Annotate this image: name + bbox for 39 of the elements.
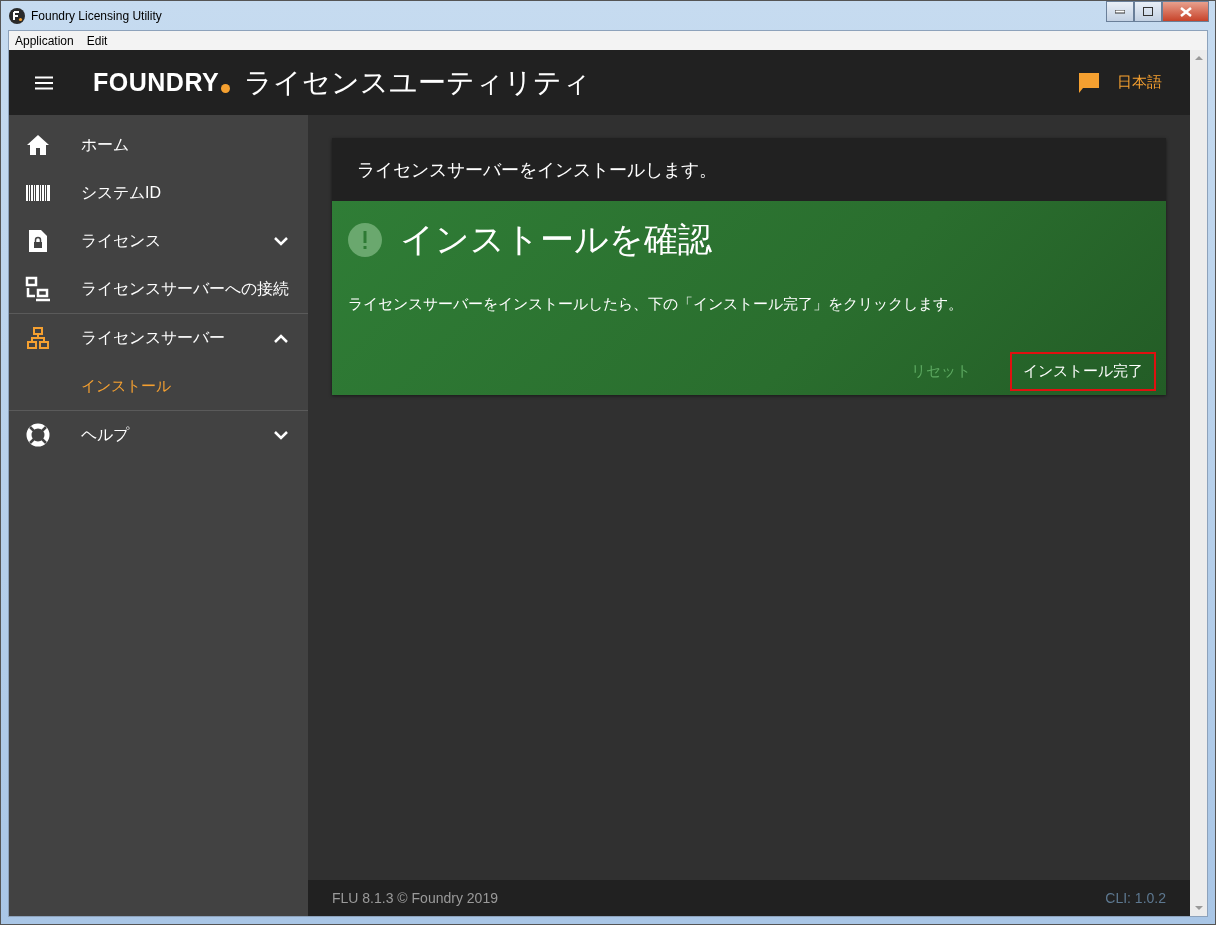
app-logo-icon — [9, 7, 25, 24]
home-icon — [26, 134, 50, 156]
locked-file-icon — [29, 230, 47, 252]
brand-logo: FOUNDRY — [93, 68, 220, 97]
chevron-down-icon[interactable] — [274, 236, 288, 246]
lifebuoy-icon — [26, 423, 50, 447]
sidebar-item[interactable]: ライセンス — [9, 217, 308, 265]
card-heading: ライセンスサーバーをインストールします。 — [332, 138, 1166, 201]
sidebar-item[interactable]: ヘルプ — [9, 411, 308, 459]
maximize-icon — [1143, 7, 1153, 16]
sidebar-subitem[interactable]: インストール — [9, 362, 308, 410]
cli-version-text: CLI: 1.0.2 — [1105, 890, 1166, 906]
maximize-button[interactable] — [1134, 1, 1162, 22]
chevron-down-icon[interactable] — [274, 430, 288, 440]
sidebar-item[interactable]: システムID — [9, 169, 308, 217]
sidebar-item[interactable]: ライセンスサーバー — [9, 314, 308, 362]
minimize-icon — [1115, 9, 1125, 14]
complete-install-button[interactable]: インストール完了 — [1010, 352, 1156, 391]
close-button[interactable] — [1162, 1, 1209, 22]
network-icon — [27, 327, 49, 349]
menu-item[interactable]: Application — [15, 33, 74, 48]
chat-bubble-icon[interactable] — [1079, 72, 1099, 93]
sidebar-item[interactable]: ライセンスサーバーへの接続 — [9, 265, 308, 313]
network-computers-icon — [25, 276, 51, 302]
close-icon — [1179, 6, 1192, 17]
sidebar-item[interactable]: ホーム — [9, 121, 308, 169]
minimize-button[interactable] — [1106, 1, 1134, 22]
menu-icon[interactable] — [35, 75, 53, 90]
chevron-up-icon[interactable] — [274, 333, 288, 343]
menu-item[interactable]: Edit — [86, 33, 108, 48]
window-title: Foundry Licensing Utility — [31, 8, 162, 23]
barcode-icon — [26, 185, 50, 201]
confirm-title: インストールを確認 — [400, 219, 712, 260]
confirm-message: ライセンスサーバーをインストールしたら、下の「インストール完了」をクリックします。 — [348, 295, 964, 314]
logo-dot-icon — [221, 84, 231, 93]
version-text: FLU 8.1.3 © Foundry 2019 — [332, 890, 498, 906]
app-title: ライセンスユーティリティ — [244, 65, 592, 100]
language-selector[interactable]: 日本語 — [1117, 73, 1162, 92]
exclamation-icon — [348, 223, 382, 257]
